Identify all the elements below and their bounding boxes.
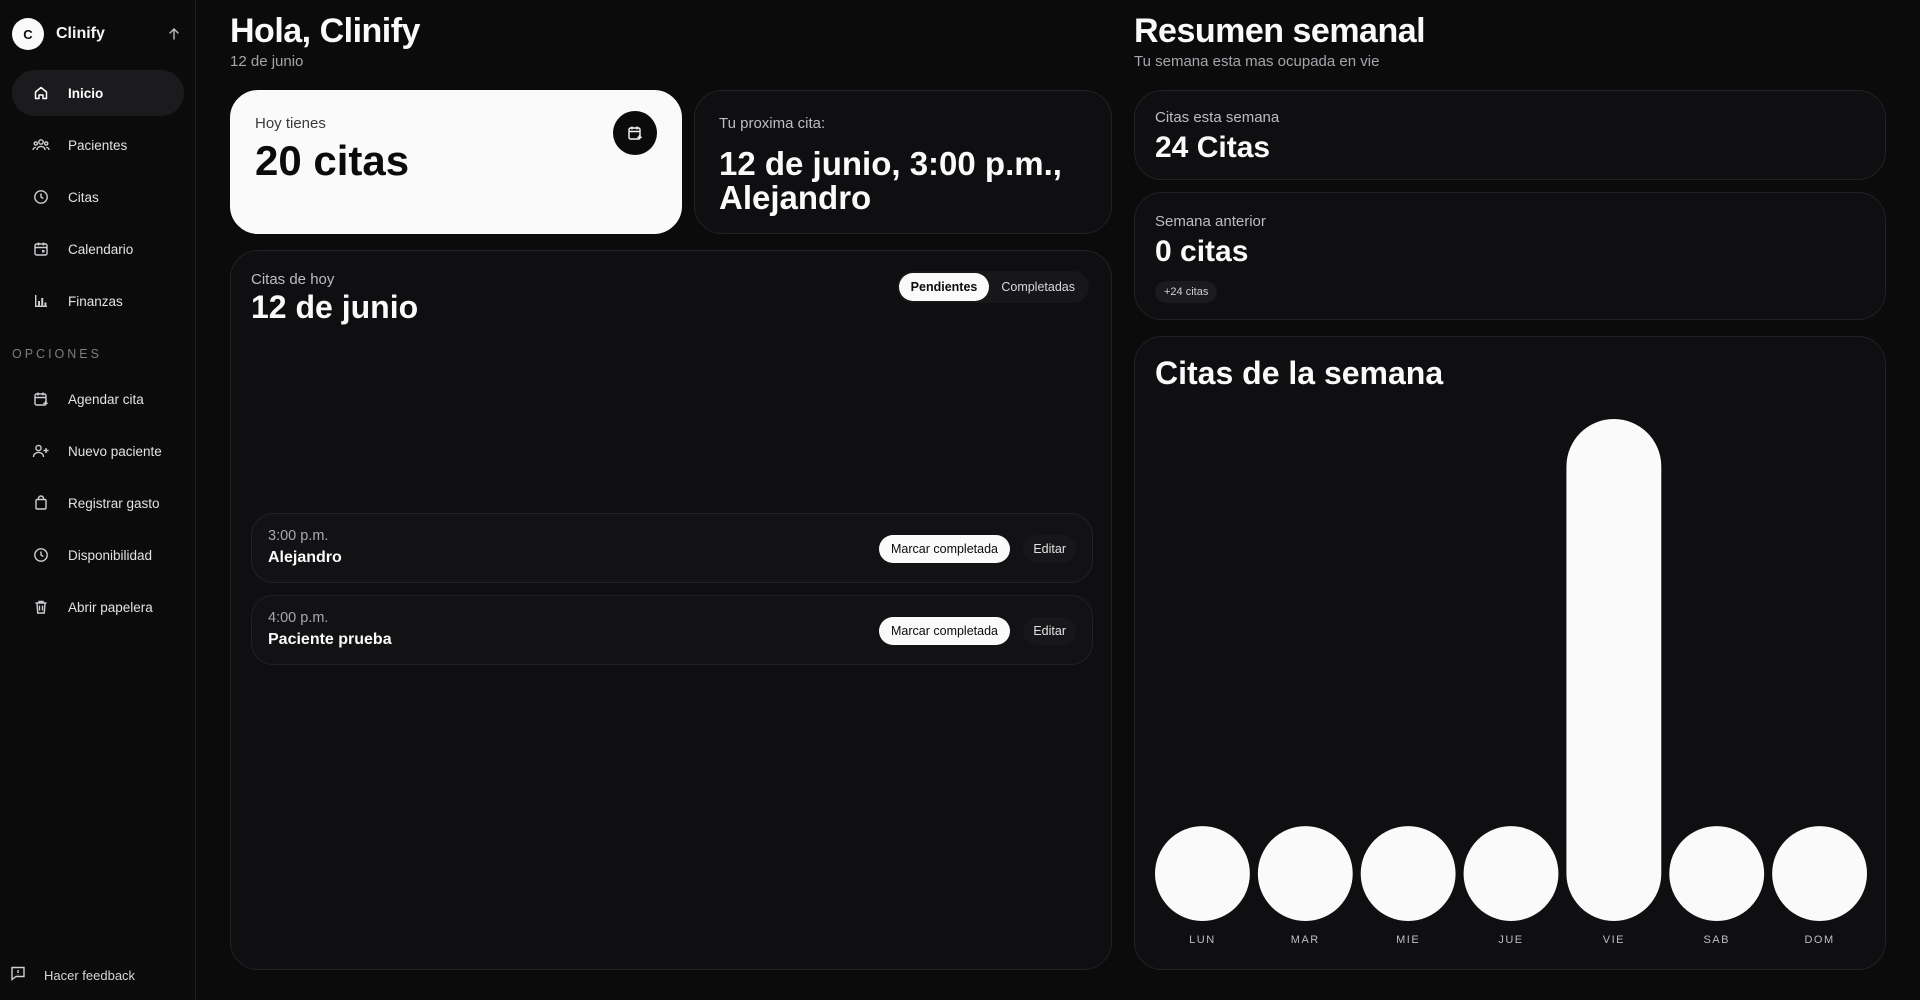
next-appointment-card: Tu proxima cita: 12 de junio, 3:00 p.m.,… bbox=[694, 90, 1112, 234]
nav-label: Finanzas bbox=[68, 293, 123, 309]
status-toggle: Pendientes Completadas bbox=[896, 271, 1089, 303]
appointment-patient: Paciente prueba bbox=[268, 631, 392, 648]
tick-label-jue: JUE bbox=[1498, 934, 1523, 946]
tick-label-mar: MAR bbox=[1291, 934, 1320, 946]
nav-item-finanzas[interactable]: Finanzas bbox=[12, 278, 184, 324]
clock-icon bbox=[32, 188, 50, 206]
option-agendar-cita[interactable]: Agendar cita bbox=[12, 376, 184, 422]
edit-button[interactable]: Editar bbox=[1023, 535, 1076, 563]
main-nav: Inicio Pacientes Citas Calendario Finanz… bbox=[12, 70, 184, 330]
bar-mie bbox=[1360, 826, 1456, 921]
user-plus-icon bbox=[32, 442, 50, 460]
trash-icon bbox=[32, 598, 50, 616]
option-label: Disponibilidad bbox=[68, 547, 153, 563]
greeting-header: Hola, Clinify 12 de junio bbox=[230, 12, 420, 70]
bar-jue bbox=[1463, 826, 1559, 921]
today-count-value: 20 citas bbox=[255, 137, 410, 184]
today-appointments-label: Citas de hoy bbox=[251, 271, 335, 288]
option-label: Agendar cita bbox=[68, 391, 144, 407]
today-appointments-date: 12 de junio bbox=[251, 289, 419, 325]
nav-item-calendario[interactable]: Calendario bbox=[12, 226, 184, 272]
schedule-appointment-button[interactable] bbox=[613, 111, 657, 155]
weekly-summary-subtitle: Tu semana esta mas ocupada en vie bbox=[1134, 53, 1380, 70]
bar-lun bbox=[1155, 826, 1250, 921]
brand-logo: C bbox=[12, 18, 44, 50]
bar-sab bbox=[1669, 826, 1765, 921]
edit-button[interactable]: Editar bbox=[1023, 617, 1076, 645]
tick-label-dom: DOM bbox=[1804, 934, 1834, 946]
page-title: Hola, Clinify bbox=[230, 12, 420, 50]
calendar-plus-icon bbox=[32, 390, 50, 408]
today-appointments-card: Citas de hoy 12 de junio Pendientes Comp… bbox=[230, 250, 1112, 970]
weekly-summary-title: Resumen semanal bbox=[1134, 12, 1426, 50]
appointment-time: 3:00 p.m. bbox=[268, 528, 329, 544]
this-week-label: Citas esta semana bbox=[1155, 109, 1280, 126]
calendar-plus-icon bbox=[628, 126, 642, 140]
today-count-card: Hoy tienes 20 citas bbox=[230, 90, 682, 234]
appointment-patient: Alejandro bbox=[268, 549, 342, 566]
option-label: Registrar gasto bbox=[68, 495, 160, 511]
weekly-bar-chart: LUN MAR MIE JUE VIE SAB DOM bbox=[1155, 419, 1867, 946]
tick-label-vie: VIE bbox=[1603, 934, 1625, 946]
nav-item-inicio[interactable]: Inicio bbox=[12, 70, 184, 116]
weekly-chart-card: Citas de la semana LUN MAR MIE JUE VIE SAB DOM bbox=[1134, 336, 1886, 970]
option-abrir-papelera[interactable]: Abrir papelera bbox=[12, 584, 184, 630]
nav-label: Pacientes bbox=[68, 137, 128, 153]
appointment-time: 4:00 p.m. bbox=[268, 610, 329, 626]
feedback-icon bbox=[10, 965, 26, 986]
sidebar: C Clinify Inicio Pacientes Citas Calenda… bbox=[0, 0, 196, 1000]
brand-name: Clinify bbox=[56, 25, 105, 42]
calendar-icon bbox=[32, 240, 50, 258]
options-section-label: OPCIONES bbox=[12, 347, 102, 361]
arrow-up-icon[interactable] bbox=[166, 26, 182, 42]
appointment-row: 3:00 p.m. Alejandro Marcar completada Ed… bbox=[251, 513, 1093, 583]
next-appointment-label: Tu proxima cita: bbox=[719, 115, 826, 132]
tick-label-sab: SAB bbox=[1703, 934, 1730, 946]
clock-icon bbox=[32, 546, 50, 564]
option-registrar-gasto[interactable]: Registrar gasto bbox=[12, 480, 184, 526]
bar-chart-icon bbox=[32, 292, 50, 310]
option-disponibilidad[interactable]: Disponibilidad bbox=[12, 532, 184, 578]
this-week-value: 24 Citas bbox=[1155, 131, 1271, 164]
bar-dom bbox=[1772, 826, 1867, 921]
home-icon bbox=[32, 84, 50, 102]
nav-label: Citas bbox=[68, 189, 99, 205]
weekly-summary-header: Resumen semanal Tu semana esta mas ocupa… bbox=[1134, 12, 1426, 70]
today-count-label: Hoy tienes bbox=[255, 115, 326, 132]
previous-week-label: Semana anterior bbox=[1155, 213, 1266, 230]
nav-item-pacientes[interactable]: Pacientes bbox=[12, 122, 184, 168]
options-nav: Agendar cita Nuevo paciente Registrar ga… bbox=[12, 376, 184, 636]
brand[interactable]: C Clinify bbox=[12, 18, 184, 50]
tick-label-mie: MIE bbox=[1396, 934, 1420, 946]
previous-week-value: 0 citas bbox=[1155, 235, 1249, 268]
appointment-row: 4:00 p.m. Paciente prueba Marcar complet… bbox=[251, 595, 1093, 665]
option-nuevo-paciente[interactable]: Nuevo paciente bbox=[12, 428, 184, 474]
users-icon bbox=[32, 136, 50, 154]
nav-label: Inicio bbox=[68, 85, 104, 101]
next-appointment-value: 12 de junio, 3:00 p.m., Alejandro bbox=[719, 145, 1062, 216]
this-week-card: Citas esta semana 24 Citas bbox=[1134, 90, 1886, 180]
tick-label-lun: LUN bbox=[1189, 934, 1216, 946]
mark-complete-button[interactable]: Marcar completada bbox=[879, 617, 1010, 645]
bar-vie bbox=[1566, 419, 1662, 921]
bar-mar bbox=[1257, 826, 1353, 921]
nav-item-citas[interactable]: Citas bbox=[12, 174, 184, 220]
mark-complete-button[interactable]: Marcar completada bbox=[879, 535, 1010, 563]
shopping-bag-icon bbox=[32, 494, 50, 512]
option-label: Nuevo paciente bbox=[68, 443, 162, 459]
feedback-link[interactable]: Hacer feedback bbox=[10, 960, 135, 990]
delta-badge: +24 citas bbox=[1155, 281, 1218, 303]
tab-pendientes[interactable]: Pendientes bbox=[898, 273, 990, 301]
feedback-label: Hacer feedback bbox=[44, 967, 136, 983]
previous-week-card: Semana anterior 0 citas +24 citas bbox=[1134, 192, 1886, 320]
nav-label: Calendario bbox=[68, 241, 134, 257]
option-label: Abrir papelera bbox=[68, 599, 153, 615]
tab-completadas[interactable]: Completadas bbox=[989, 273, 1087, 301]
page-date: 12 de junio bbox=[230, 53, 304, 70]
